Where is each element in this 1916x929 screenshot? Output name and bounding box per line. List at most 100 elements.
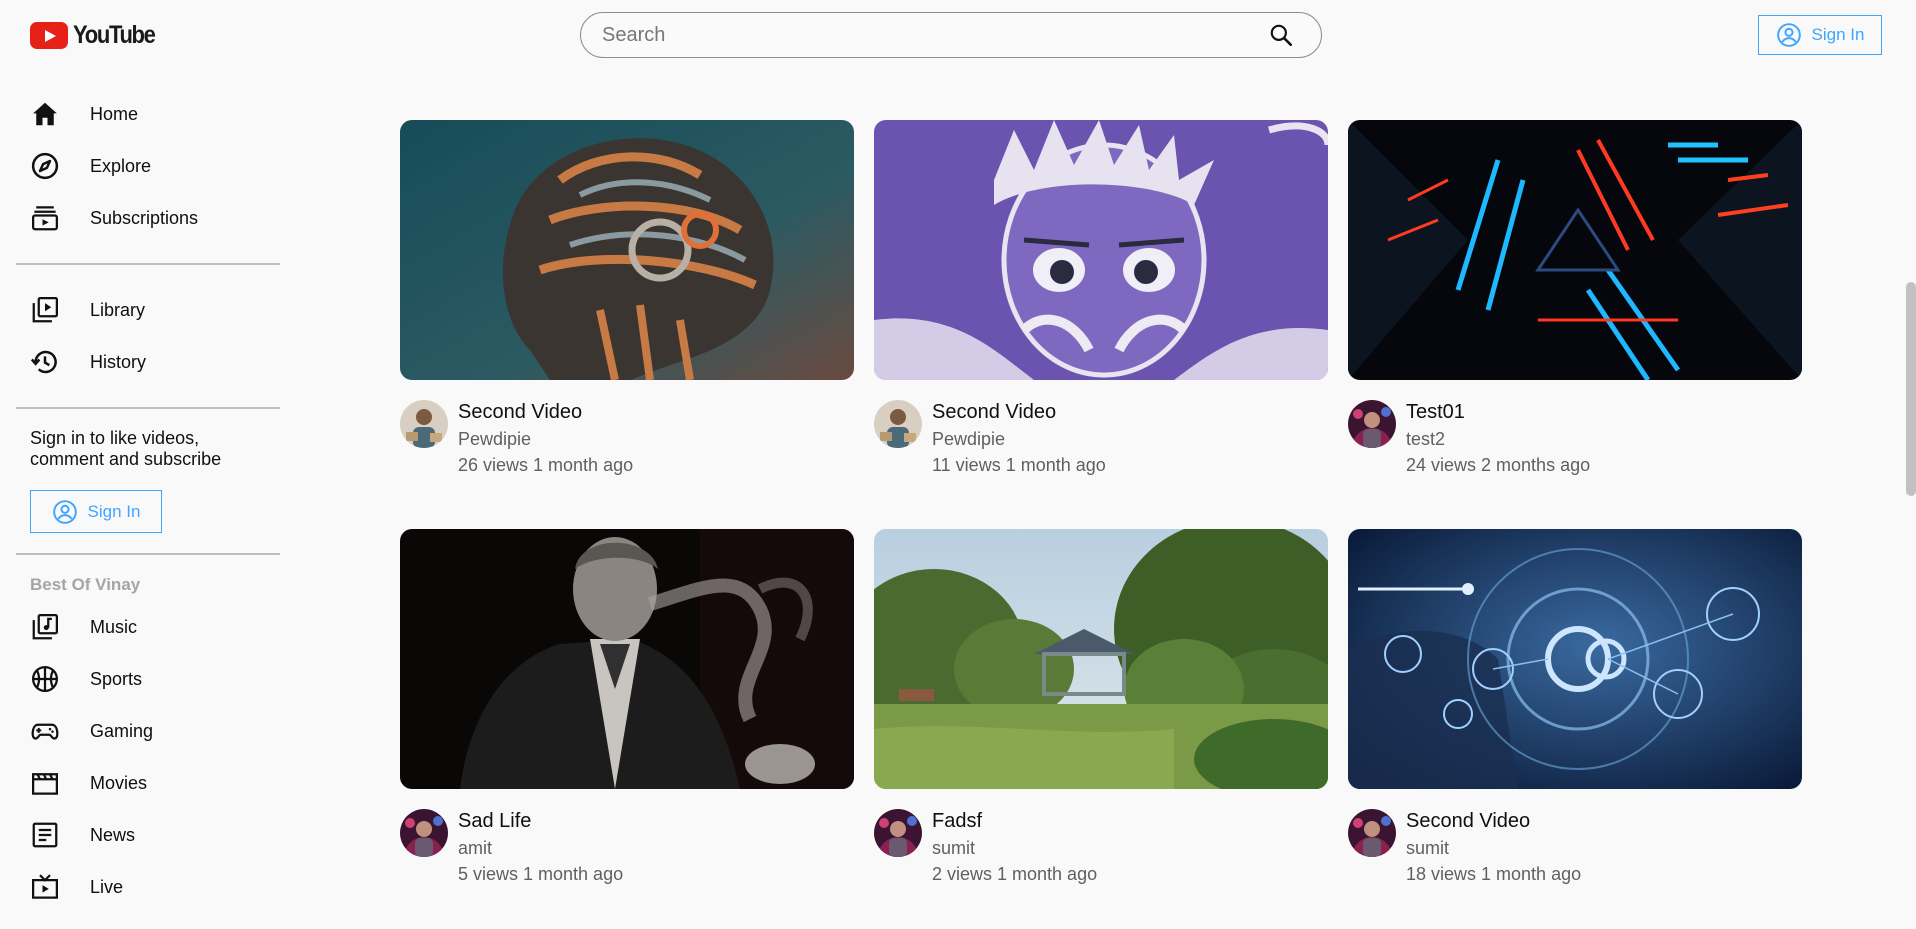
sports-icon <box>32 666 58 692</box>
sidebar-item-sports[interactable]: Sports <box>0 653 280 705</box>
youtube-logo[interactable]: YouTube <box>30 21 166 50</box>
sidebar-item-label: Library <box>90 299 146 320</box>
search-input[interactable] <box>581 23 1253 47</box>
sidebar-item-gaming[interactable]: Gaming <box>0 705 280 757</box>
account-circle-icon <box>52 499 77 524</box>
video-stats: 11 views 1 month ago <box>932 455 1106 475</box>
header-signin-label: Sign In <box>1811 25 1865 44</box>
video-thumbnail[interactable] <box>1348 529 1802 789</box>
channel-avatar[interactable] <box>1348 809 1396 857</box>
video-title[interactable]: Second Video <box>458 400 633 424</box>
channel-name[interactable]: test2 <box>1406 427 1590 451</box>
channel-name[interactable]: Pewdipie <box>458 427 633 451</box>
sidebar-item-music[interactable]: Music <box>0 601 280 653</box>
sidebar: Home Explore Subscriptions Library Histo… <box>0 88 280 913</box>
video-title[interactable]: Sad Life <box>458 809 623 833</box>
library-icon <box>32 297 58 323</box>
home-icon <box>33 102 57 126</box>
channel-name[interactable]: sumit <box>932 836 1097 860</box>
subscriptions-icon <box>32 206 58 231</box>
sidebar-item-label: News <box>90 824 136 845</box>
section-title: Best Of Vinay <box>30 575 141 594</box>
sidebar-item-library[interactable]: Library <box>0 284 280 336</box>
sidebar-item-live[interactable]: Live <box>0 861 280 913</box>
video-thumbnail[interactable] <box>400 529 854 789</box>
live-icon <box>32 874 58 899</box>
thumbnail-image <box>400 120 854 380</box>
logo-text: YouTube <box>73 21 156 49</box>
search-button[interactable] <box>1253 13 1309 57</box>
channel-avatar[interactable] <box>874 400 922 448</box>
movies-icon <box>32 773 58 795</box>
sidebar-item-label: Home <box>90 103 139 124</box>
sidebar-item-news[interactable]: News <box>0 809 280 861</box>
channel-name[interactable]: sumit <box>1406 836 1581 860</box>
sidebar-item-subscriptions[interactable]: Subscriptions <box>0 192 280 244</box>
sidebar-item-label: Movies <box>90 772 148 793</box>
history-icon <box>30 350 57 374</box>
video-grid: Second Video Pewdipie 26 views 1 month a… <box>400 120 1802 886</box>
compass-icon <box>31 152 59 180</box>
avatar-image <box>400 400 448 448</box>
scrollbar-thumb[interactable] <box>1906 282 1916 496</box>
video-card[interactable]: Sad Life amit 5 views 1 month ago <box>400 529 854 886</box>
sidebar-signin-label: Sign In <box>87 501 141 521</box>
channel-avatar[interactable] <box>400 809 448 857</box>
search-bar <box>580 12 1322 58</box>
video-info: Second Video Pewdipie 11 views 1 month a… <box>932 400 1106 477</box>
thumbnail-image <box>874 529 1328 789</box>
video-info: Test01 test2 24 views 2 months ago <box>1406 400 1590 477</box>
sidebar-item-label: Explore <box>90 155 152 176</box>
sidebar-item-movies[interactable]: Movies <box>0 757 280 809</box>
video-title[interactable]: Test01 <box>1406 400 1590 424</box>
video-title[interactable]: Second Video <box>932 400 1106 424</box>
video-stats: 2 views 1 month ago <box>932 864 1098 884</box>
video-meta: Second Video Pewdipie 26 views 1 month a… <box>400 400 854 477</box>
avatar-image <box>1348 400 1396 448</box>
channel-avatar[interactable] <box>1348 400 1396 448</box>
sidebar-item-history[interactable]: History <box>0 336 280 388</box>
sidebar-item-home[interactable]: Home <box>0 88 280 140</box>
video-card[interactable]: Second Video Pewdipie 26 views 1 month a… <box>400 120 854 477</box>
search-icon <box>1270 24 1293 47</box>
sidebar-divider <box>16 263 280 265</box>
video-card[interactable]: Test01 test2 24 views 2 months ago <box>1348 120 1802 477</box>
account-circle-icon <box>1776 23 1801 47</box>
video-meta: Second Video Pewdipie 11 views 1 month a… <box>874 400 1328 477</box>
video-card[interactable]: Fadsf sumit 2 views 1 month ago <box>874 529 1328 886</box>
sidebar-item-explore[interactable]: Explore <box>0 140 280 192</box>
sidebar-signin-button[interactable]: Sign In <box>30 490 162 533</box>
video-thumbnail[interactable] <box>874 529 1328 789</box>
sidebar-item-label: Gaming <box>90 720 154 741</box>
channel-avatar[interactable] <box>874 809 922 857</box>
channel-name[interactable]: Pewdipie <box>932 427 1106 451</box>
video-card[interactable]: Second Video Pewdipie 11 views 1 month a… <box>874 120 1328 477</box>
thumbnail-image <box>1348 529 1802 789</box>
video-thumbnail[interactable] <box>874 120 1328 380</box>
page: YouTube Sign In Home Explore Subscriptio… <box>0 0 1916 929</box>
sidebar-item-label: Subscriptions <box>90 207 199 228</box>
video-stats: 26 views 1 month ago <box>458 455 634 475</box>
video-meta: Sad Life amit 5 views 1 month ago <box>400 809 854 886</box>
sidebar-item-label: History <box>90 351 147 372</box>
video-meta: Fadsf sumit 2 views 1 month ago <box>874 809 1328 886</box>
thumbnail-image <box>400 529 854 789</box>
avatar-image <box>1348 809 1396 857</box>
video-stats: 18 views 1 month ago <box>1406 864 1582 884</box>
channel-avatar[interactable] <box>400 400 448 448</box>
video-title[interactable]: Fadsf <box>932 809 1097 833</box>
video-thumbnail[interactable] <box>1348 120 1802 380</box>
video-title[interactable]: Second Video <box>1406 809 1581 833</box>
video-stats: 24 views 2 months ago <box>1406 455 1591 475</box>
avatar-image <box>874 809 922 857</box>
gaming-icon <box>31 723 59 740</box>
channel-name[interactable]: amit <box>458 836 623 860</box>
video-thumbnail[interactable] <box>400 120 854 380</box>
video-meta: Test01 test2 24 views 2 months ago <box>1348 400 1802 477</box>
play-icon <box>30 22 68 49</box>
video-info: Sad Life amit 5 views 1 month ago <box>458 809 623 886</box>
header-signin-button[interactable]: Sign In <box>1758 15 1882 55</box>
video-card[interactable]: Second Video sumit 18 views 1 month ago <box>1348 529 1802 886</box>
news-icon <box>32 822 58 848</box>
thumbnail-image <box>1348 120 1802 380</box>
